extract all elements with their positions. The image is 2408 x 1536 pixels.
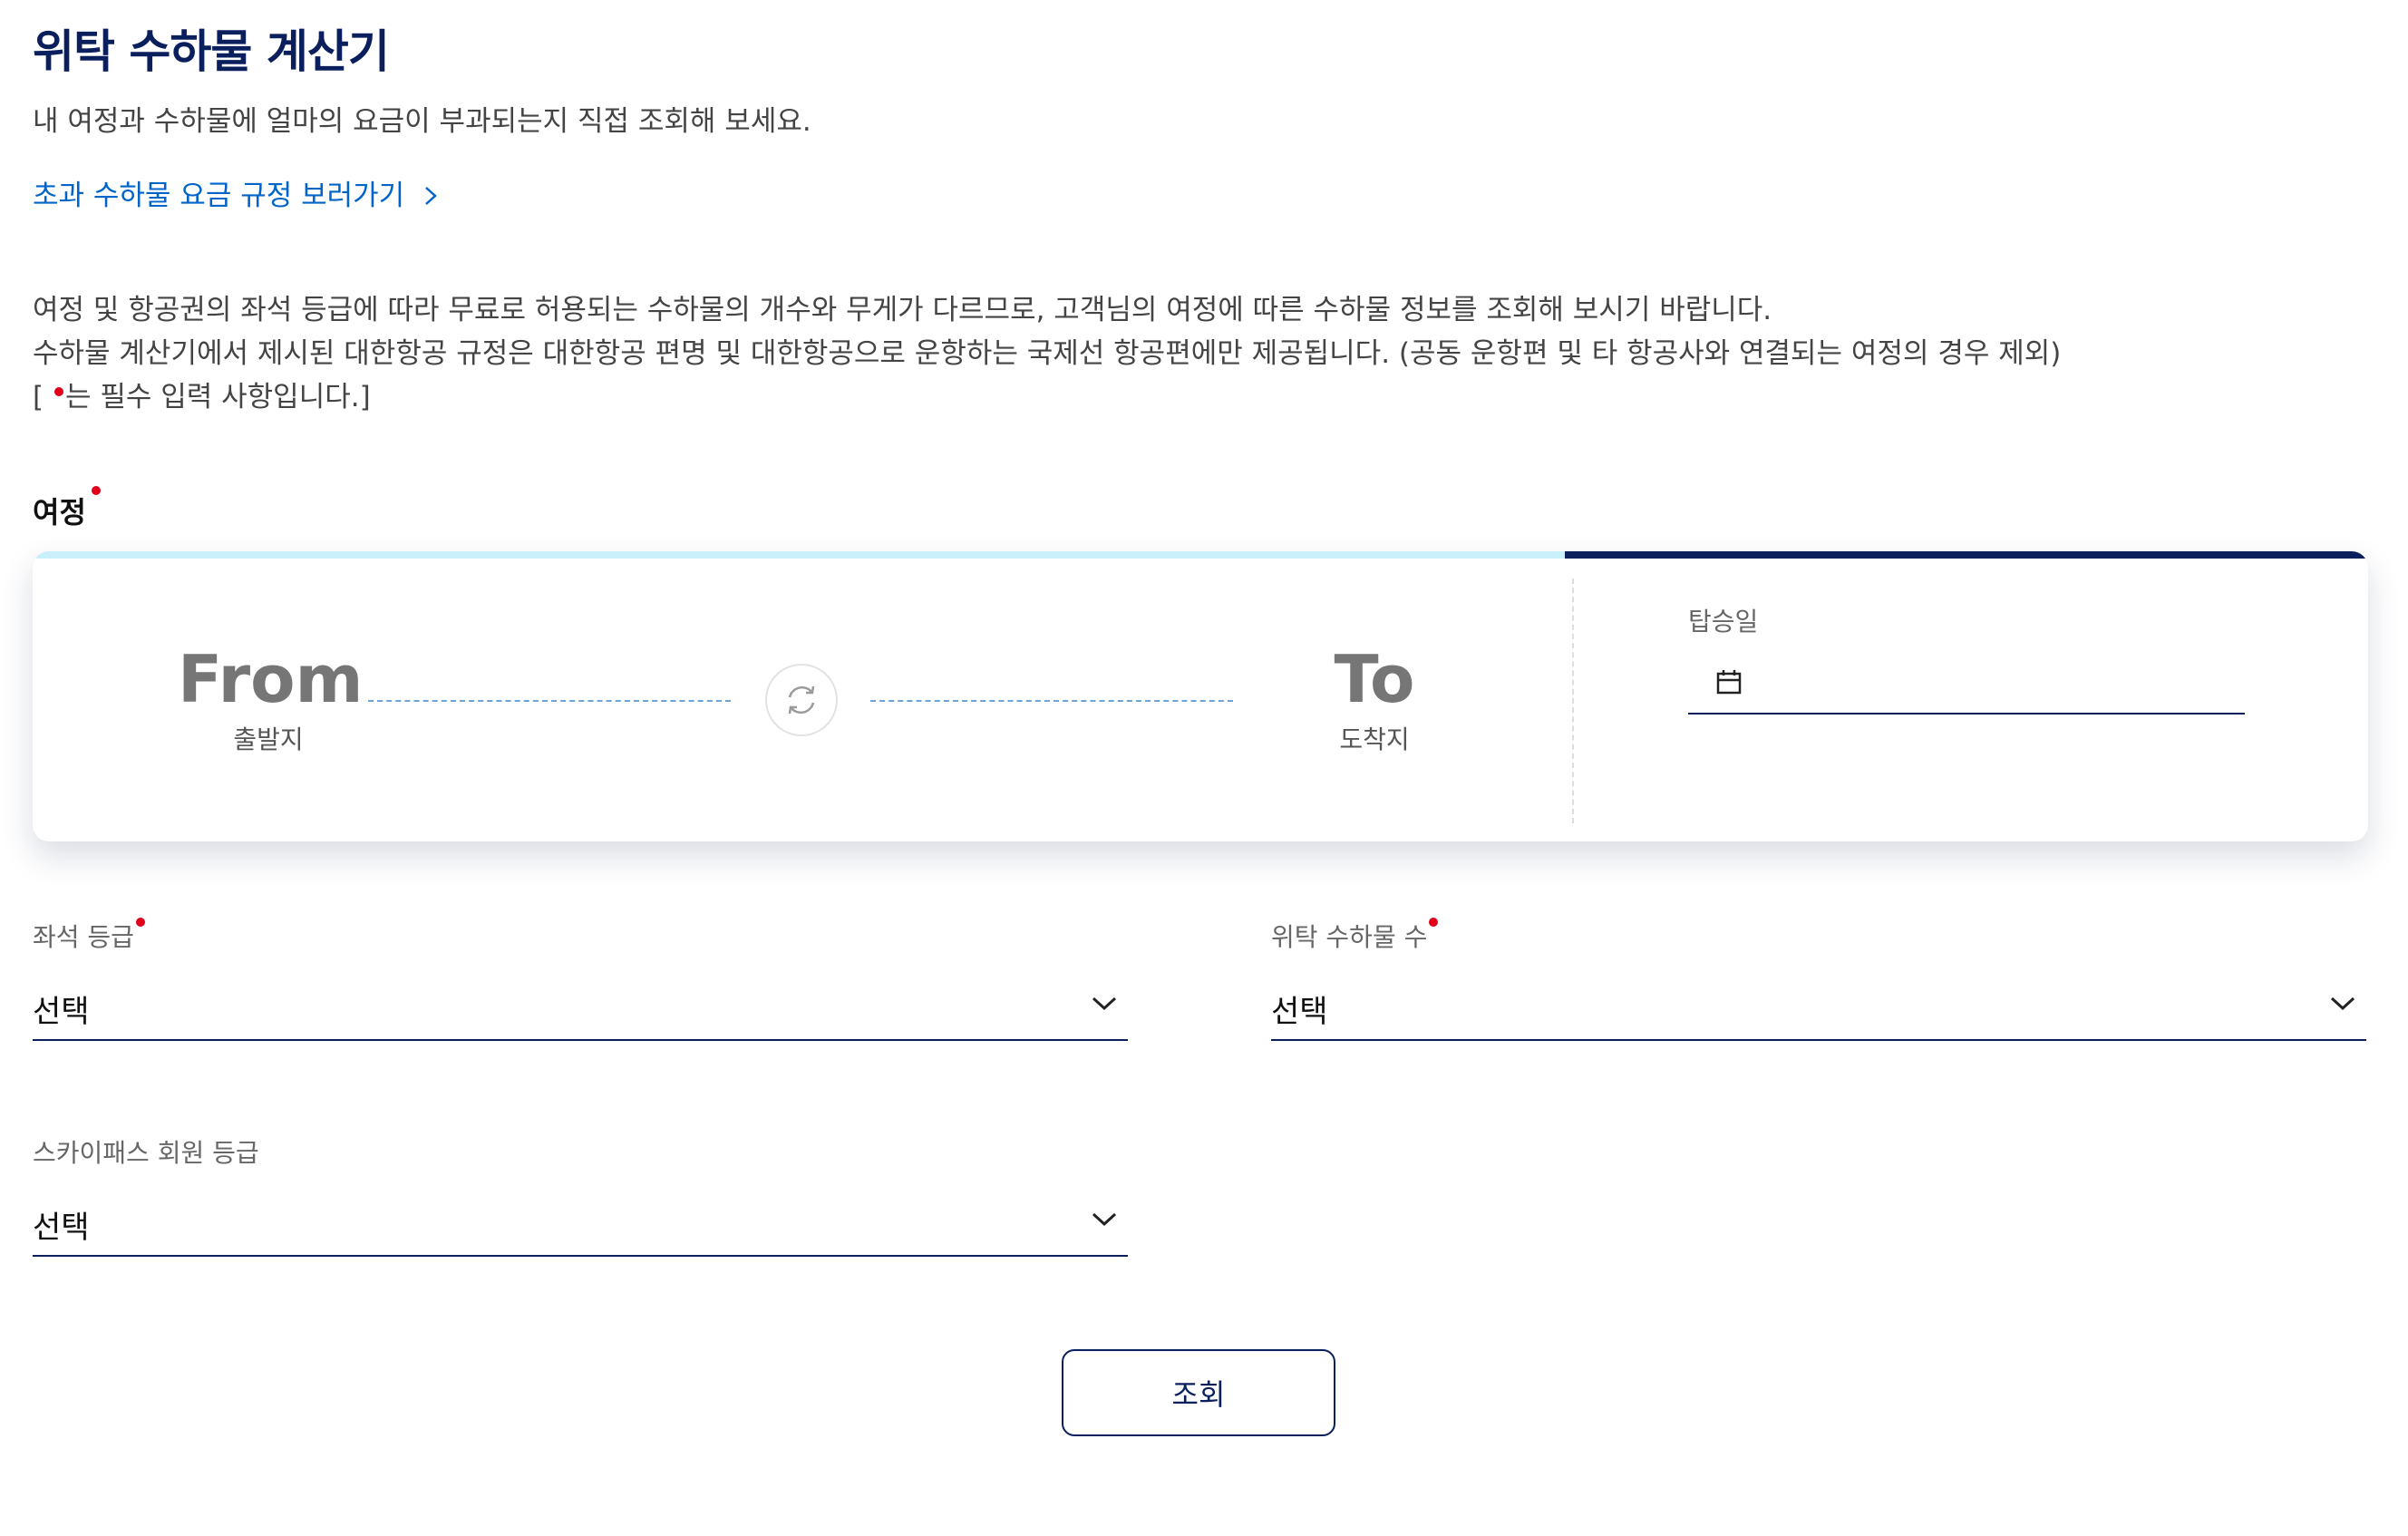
chevron-down-icon xyxy=(1092,1212,1117,1227)
page-subtitle: 내 여정과 수하물에 얼마의 요금이 부과되는지 직접 조회해 보세요. xyxy=(33,105,811,138)
notice-bracket: [ xyxy=(33,381,44,413)
arrival-code: To xyxy=(1334,641,1415,717)
required-dot-icon xyxy=(1429,918,1439,927)
seat-class-label: 좌석 등급 xyxy=(33,918,147,956)
rules-link-label: 초과 수하물 요금 규정 보러가기 xyxy=(33,180,405,212)
swap-icon xyxy=(788,685,815,715)
notice-text: 여정 및 항공권의 좌석 등급에 따라 무료로 허용되는 수하물의 개수와 무게… xyxy=(33,288,2061,419)
bag-count-label: 위탁 수하물 수 xyxy=(1271,918,1440,956)
excess-baggage-rules-link[interactable]: 초과 수하물 요금 규정 보러가기 xyxy=(33,174,441,218)
route-line-left xyxy=(368,700,731,702)
calendar-icon xyxy=(1716,670,1742,695)
swap-route-button[interactable] xyxy=(765,664,838,736)
bag-count-value: 선택 xyxy=(1271,994,1328,1030)
bag-count-label-text: 위탁 수하물 수 xyxy=(1271,922,1428,952)
boarding-date-input[interactable] xyxy=(1688,651,2245,715)
journey-accent-bar xyxy=(33,551,1565,559)
departure-code: From xyxy=(178,641,364,717)
notice-required-text: 는 필수 입력 사항입니다.] xyxy=(64,381,371,413)
required-dot-icon xyxy=(53,386,63,396)
chevron-down-icon xyxy=(1092,996,1117,1011)
notice-line-3: [ 는 필수 입력 사항입니다.] xyxy=(33,375,2061,419)
journey-label-text: 여정 xyxy=(33,495,86,530)
bag-count-select[interactable]: 선택 xyxy=(1271,976,2366,1041)
chevron-right-icon xyxy=(425,187,438,205)
notice-line-2: 수하물 계산기에서 제시된 대한항공 규정은 대한항공 편명 및 대한항공으로 … xyxy=(33,337,2062,370)
journey-section-label: 여정 xyxy=(33,486,102,531)
departure-selector[interactable]: From 출발지 xyxy=(178,638,364,758)
skypass-tier-value: 선택 xyxy=(33,1210,90,1246)
required-dot-icon xyxy=(135,918,145,927)
seat-class-label-text: 좌석 등급 xyxy=(33,922,134,952)
skypass-tier-select[interactable]: 선택 xyxy=(33,1191,1128,1257)
route-line-right xyxy=(870,700,1233,702)
boarding-date-label: 탑승일 xyxy=(1688,607,1759,637)
arrival-selector[interactable]: To 도착지 xyxy=(1311,638,1438,758)
seat-class-select[interactable]: 선택 xyxy=(33,976,1128,1041)
seat-class-value: 선택 xyxy=(33,994,90,1030)
required-dot-icon xyxy=(91,486,101,495)
journey-card: From 출발지 To 도착지 탑승일 xyxy=(33,551,2368,841)
skypass-tier-label: 스카이패스 회원 등급 xyxy=(33,1138,259,1168)
arrival-label: 도착지 xyxy=(1339,724,1410,754)
journey-divider xyxy=(1572,578,1574,823)
page-title: 위탁 수하물 계산기 xyxy=(33,25,390,78)
notice-line-1: 여정 및 항공권의 좌석 등급에 따라 무료로 허용되는 수하물의 개수와 무게… xyxy=(33,294,1772,326)
departure-label: 출발지 xyxy=(233,724,304,754)
search-button[interactable]: 조회 xyxy=(1062,1349,1335,1436)
chevron-down-icon xyxy=(2330,996,2355,1011)
date-accent-bar xyxy=(1565,551,2368,559)
